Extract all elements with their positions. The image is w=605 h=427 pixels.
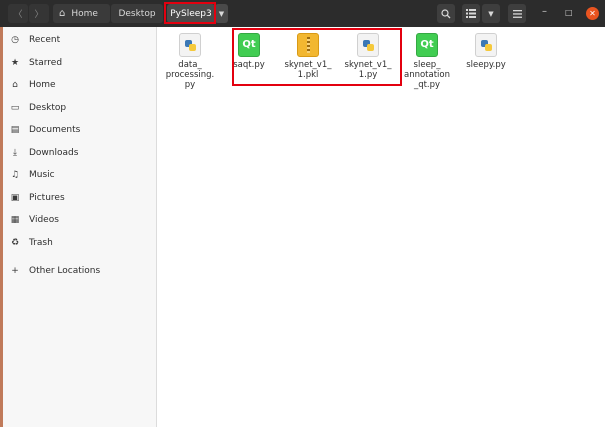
sidebar-item-trash[interactable]: ♻ Trash — [3, 233, 157, 253]
maximize-button[interactable]: □ — [565, 8, 573, 17]
maximize-icon: □ — [565, 8, 573, 17]
file-item-sleep-annotation-qt[interactable]: Qt sleep_ annotation _qt.py — [397, 33, 457, 90]
python-file-icon — [179, 33, 201, 57]
sidebar-item-desktop[interactable]: ▭ Desktop — [3, 98, 157, 118]
sidebar: ◷ Recent ★ Starred ⌂ Home ▭ Desktop ▤ Documen… — [3, 27, 157, 427]
sidebar-item-home[interactable]: ⌂ Home — [3, 75, 157, 95]
sidebar-item-label: Trash — [29, 238, 53, 248]
home-icon: ⌂ — [59, 8, 66, 19]
breadcrumb-dropdown-button[interactable]: ▼ — [215, 4, 228, 23]
sidebar-item-music[interactable]: ♫ Music — [3, 165, 157, 185]
sidebar-item-documents[interactable]: ▤ Documents — [3, 120, 157, 140]
file-name-line: _qt.py — [413, 80, 441, 90]
file-name-line: annotation — [403, 70, 450, 80]
minimize-icon: – — [542, 6, 547, 17]
header-bar: 〈 〉 ⌂ Home Desktop PySleep3 ▼ ▼ – □ ✕ — [0, 0, 605, 27]
file-name-line: processing. — [165, 70, 215, 80]
caret-down-icon: ▼ — [488, 9, 494, 18]
qt-file-icon: Qt — [416, 33, 438, 57]
close-button[interactable]: ✕ — [586, 7, 599, 20]
breadcrumb-home-label: Home — [71, 8, 98, 19]
home-icon: ⌂ — [12, 80, 18, 90]
back-button[interactable]: 〈 — [8, 4, 28, 23]
file-name-line: data_ — [178, 60, 202, 70]
qt-logo-text: Qt — [420, 39, 434, 50]
chevron-left-icon: 〈 — [13, 10, 23, 20]
file-name-line: py — [184, 80, 196, 90]
file-item-data-processing[interactable]: data_ processing. py — [160, 33, 220, 90]
desktop-icon: ▭ — [10, 103, 20, 113]
sidebar-item-label: Starred — [29, 58, 63, 68]
sidebar-item-other-locations[interactable]: + Other Locations — [3, 261, 157, 281]
list-view-icon — [466, 9, 476, 18]
sidebar-item-label: Music — [29, 170, 55, 180]
sidebar-item-starred[interactable]: ★ Starred — [3, 53, 157, 73]
forward-button[interactable]: 〉 — [29, 4, 49, 23]
pictures-icon: ▣ — [10, 193, 20, 203]
download-icon: ⤓ — [13, 148, 17, 158]
main-menu-button[interactable] — [508, 4, 526, 23]
sidebar-item-label: Downloads — [29, 148, 79, 158]
chevron-right-icon: 〉 — [34, 10, 44, 20]
caret-down-icon: ▼ — [218, 9, 225, 18]
minimize-button[interactable]: – — [542, 6, 547, 17]
clock-icon: ◷ — [11, 35, 19, 45]
file-view: data_ processing. py Qt saqt.py skynet_v… — [158, 27, 605, 427]
music-icon: ♫ — [10, 170, 20, 180]
sidebar-item-label: Home — [29, 80, 56, 90]
file-name-line: sleepy.py — [466, 60, 506, 70]
sidebar-item-recent[interactable]: ◷ Recent — [3, 30, 157, 50]
view-list-button[interactable] — [462, 4, 480, 23]
sidebar-item-videos[interactable]: ▦ Videos — [3, 210, 157, 230]
file-name-line: sleep_ — [413, 60, 441, 70]
breadcrumb-home[interactable]: ⌂ Home — [53, 4, 110, 23]
file-item-sleepy[interactable]: sleepy.py — [456, 33, 516, 70]
view-options-dropdown-button[interactable]: ▼ — [482, 4, 500, 23]
python-file-icon — [475, 33, 497, 57]
highlight-box-files — [232, 28, 402, 86]
search-button[interactable] — [437, 4, 455, 23]
breadcrumb-desktop[interactable]: Desktop — [111, 4, 163, 23]
sidebar-item-label: Desktop — [29, 103, 67, 113]
sidebar-item-label: Pictures — [29, 193, 65, 203]
documents-icon: ▤ — [10, 125, 20, 135]
sidebar-item-label: Videos — [29, 215, 59, 225]
close-icon: ✕ — [589, 9, 596, 18]
sidebar-item-pictures[interactable]: ▣ Pictures — [3, 188, 157, 208]
videos-icon: ▦ — [10, 215, 20, 225]
search-icon — [441, 8, 451, 18]
highlight-box-breadcrumb — [164, 2, 216, 24]
sidebar-item-label: Documents — [29, 125, 81, 135]
trash-icon: ♻ — [10, 238, 20, 248]
hamburger-menu-icon — [512, 9, 522, 18]
plus-icon: + — [11, 266, 19, 276]
sidebar-item-label: Recent — [29, 35, 61, 45]
sidebar-item-downloads[interactable]: ⤓ Downloads — [3, 143, 157, 163]
breadcrumb-desktop-label: Desktop — [118, 8, 156, 19]
star-icon: ★ — [10, 58, 20, 68]
sidebar-item-label: Other Locations — [29, 266, 101, 276]
